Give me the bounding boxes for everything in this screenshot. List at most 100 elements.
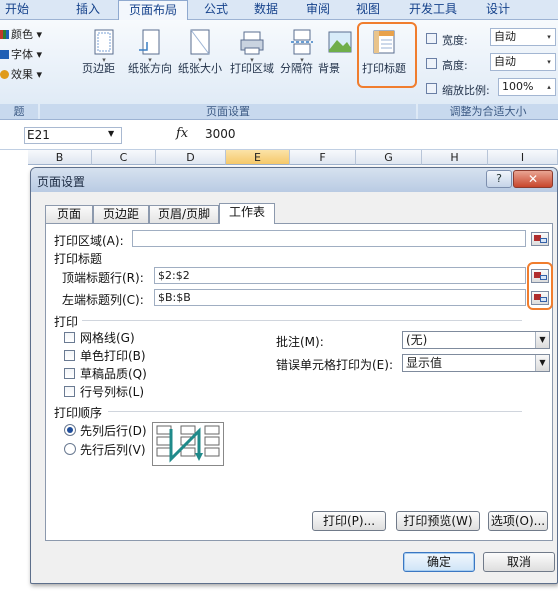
print-area-button[interactable]: 打印区域 ▾ [230,26,274,86]
background-icon [327,28,353,56]
comments-select[interactable]: (无) ▼ [402,331,550,349]
height-label: 高度: [442,59,468,72]
headings-checkbox[interactable] [64,386,75,397]
tab-developer[interactable]: 开发工具 [400,0,466,20]
top-rows-input[interactable]: $2:$2 [154,267,526,284]
tab-page-layout[interactable]: 页面布局 [118,0,188,21]
theme-fonts-label: 字体 [11,48,33,61]
theme-fonts-button[interactable]: 字体 ▾ [0,46,42,64]
headings-label: 行号列标(L) [80,385,145,399]
cancel-label: 取消 [506,555,531,569]
fonts-icon [0,50,9,59]
column-header-i[interactable]: I [488,150,558,165]
paper-size-icon [187,28,213,56]
ok-label: 确定 [426,555,451,569]
close-button[interactable]: ✕ [513,170,553,188]
tab-view[interactable]: 视图 [348,0,388,20]
column-header-h[interactable]: H [422,150,488,165]
scale-icon [426,83,437,94]
draft-checkbox[interactable] [64,368,75,379]
margins-icon [91,28,117,56]
draft-label: 草稿品质(Q) [80,367,147,381]
down-then-over-label: 先列后行(D) [80,424,147,438]
print-preview-button[interactable]: 打印预览(W) [396,511,480,531]
print-titles-highlight [357,22,417,88]
tab-home[interactable]: 开始 [0,0,34,20]
down-then-over-radio[interactable] [64,424,76,436]
ok-button[interactable]: 确定 [403,552,475,572]
orientation-button[interactable]: 纸张方向 ▾ [128,26,172,86]
name-box-dropdown-icon[interactable]: ▼ [108,129,114,138]
chevron-down-icon: ▼ [535,355,549,371]
column-header-d[interactable]: D [156,150,226,165]
spinner-icon: ▴ [547,83,551,91]
width-combo[interactable]: 自动 ▾ [490,28,556,46]
tab-review[interactable]: 审阅 [298,0,338,20]
formula-bar: E21 ▼ fx 3000 [0,120,558,150]
background-label: 背景 [318,62,340,75]
paper-size-button[interactable]: 纸张大小 ▾ [178,26,222,86]
width-icon [426,33,437,44]
left-cols-input[interactable]: $B:$B [154,289,526,306]
print-order-diagram-icon [156,425,220,463]
print-area-label: 打印区域 [230,62,274,75]
print-button[interactable]: 打印(P)... [312,511,386,531]
column-header-c[interactable]: C [92,150,156,165]
print-button-label: 打印(P)... [322,514,376,528]
column-header-g[interactable]: G [356,150,422,165]
mono-checkbox[interactable] [64,350,75,361]
mono-label: 单色打印(B) [80,349,146,363]
tab-page[interactable]: 页面 [45,205,93,223]
help-icon: ? [496,172,502,185]
print-order-preview [152,422,224,466]
column-header-e[interactable]: E [226,150,290,165]
options-button[interactable]: 选项(O)... [488,511,548,531]
height-combo[interactable]: 自动 ▾ [490,53,556,71]
top-rows-label: 顶端标题行(R): [62,271,144,285]
order-divider [108,411,522,412]
margins-button[interactable]: 页边距 ▾ [82,26,126,86]
theme-effects-button[interactable]: 效果 ▾ [0,66,42,84]
group-label-scale-to-fit: 调整为合适大小 [418,104,558,119]
theme-colors-label: 颜色 [11,28,33,41]
tab-data[interactable]: 数据 [244,0,288,20]
dialog-titlebar[interactable]: 页面设置 ? ✕ [31,168,557,192]
gridlines-checkbox[interactable] [64,332,75,343]
breaks-label: 分隔符 [280,62,313,75]
errors-select[interactable]: 显示值 ▼ [402,354,550,372]
left-cols-value: $B:$B [158,291,191,304]
gridlines-label: 网格线(G) [80,331,135,345]
print-area-icon [239,28,265,56]
errors-label: 错误单元格打印为(E): [276,358,393,372]
name-box-value: E21 [27,128,50,142]
close-icon: ✕ [527,172,539,186]
orientation-label: 纸张方向 [128,62,172,75]
column-header-f[interactable]: F [290,150,356,165]
comments-value: (无) [406,333,428,347]
background-button[interactable]: 背景 [318,26,362,86]
print-preview-label: 打印预览(W) [403,514,473,528]
scale-value: 100% [502,80,534,93]
options-label: 选项(O)... [490,514,546,528]
tab-sheet[interactable]: 工作表 [219,203,275,224]
collapse-dialog-icon-frame [540,238,547,243]
over-then-down-radio[interactable] [64,443,76,455]
print-area-picker-button[interactable] [531,232,549,246]
cancel-button[interactable]: 取消 [483,552,555,572]
insert-function-icon[interactable]: fx [176,126,188,141]
help-button[interactable]: ? [486,170,512,188]
height-value: 自动 [494,55,516,68]
print-area-input[interactable] [132,230,526,247]
tab-insert[interactable]: 插入 [66,0,110,20]
tab-margins[interactable]: 页边距 [93,205,149,223]
sheet-tab-panel: 打印区域(A): 打印标题 顶端标题行(R): $2:$2 左端标题列(C): … [45,223,553,541]
page-setup-dialog: 页面设置 ? ✕ 页面 页边距 页眉/页脚 工作表 打印区域(A): 打印标题 … [30,167,558,584]
formula-value[interactable]: 3000 [205,127,236,141]
scale-spinner[interactable]: 100% ▴ [498,78,556,96]
column-header-b[interactable]: B [28,150,92,165]
tab-header-footer[interactable]: 页眉/页脚 [149,205,219,223]
comments-label: 批注(M): [276,335,324,349]
tab-formulas[interactable]: 公式 [196,0,236,20]
tab-design[interactable]: 设计 [478,0,518,20]
theme-colors-button[interactable]: 颜色 ▾ [0,26,42,44]
